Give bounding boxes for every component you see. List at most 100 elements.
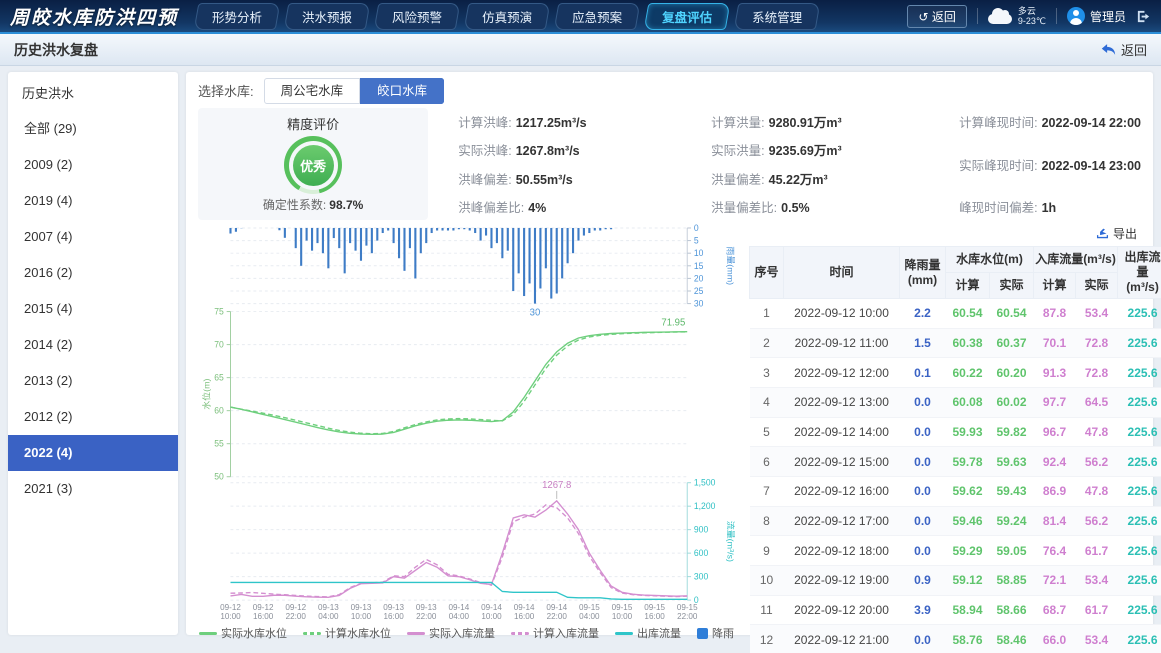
svg-text:25: 25 — [694, 286, 704, 296]
metric-label: 洪量偏差比: — [711, 201, 777, 215]
table-cell: 9 — [750, 536, 784, 566]
table-cell: 2022-09-12 14:00 — [784, 417, 900, 447]
table-row[interactable]: 62022-09-12 15:000.059.7859.6392.456.222… — [750, 447, 1161, 477]
table-row[interactable]: 122022-09-12 21:000.058.7658.4666.053.42… — [750, 625, 1161, 653]
legend-label: 出库流量 — [637, 625, 681, 641]
metric-row: 计算洪峰:1217.25m³/s — [458, 112, 711, 131]
table-cell: 70.1 — [1034, 328, 1076, 358]
metric-label: 实际洪量: — [711, 144, 764, 158]
metric-row: 洪量偏差:45.22万m³ — [711, 169, 959, 188]
nav-item[interactable]: 系统管理 — [736, 3, 818, 30]
reservoir-tab[interactable]: 皎口水库 — [360, 78, 444, 104]
metric-value: 9235.69万m³ — [769, 144, 842, 158]
svg-text:雨量(mm): 雨量(mm) — [725, 246, 735, 285]
divider — [977, 8, 978, 24]
coefficient-label: 确定性系数: — [263, 198, 326, 212]
legend-item[interactable]: 计算入库流量 — [511, 625, 599, 641]
table-row[interactable]: 32022-09-12 12:000.160.2260.2091.372.822… — [750, 358, 1161, 388]
nav-item[interactable]: 仿真预演 — [466, 3, 548, 30]
legend-item[interactable]: 计算水库水位 — [303, 625, 391, 641]
nav-item[interactable]: 洪水预报 — [286, 3, 368, 30]
table-row[interactable]: 72022-09-12 16:000.059.6259.4386.947.822… — [750, 476, 1161, 506]
header-back-button[interactable]: ↺ 返回 — [907, 5, 966, 28]
col-seq: 序号 — [750, 247, 784, 299]
table-cell: 72.8 — [1076, 358, 1118, 388]
col-inflow-group: 入库流量(m³/s) — [1034, 247, 1118, 273]
legend-swatch — [407, 632, 425, 635]
nav-item[interactable]: 形势分析 — [196, 3, 278, 30]
table-cell: 225.6 — [1118, 387, 1161, 417]
table-cell: 2022-09-12 18:00 — [784, 536, 900, 566]
table-cell: 225.6 — [1118, 506, 1161, 536]
legend-item[interactable]: 降雨 — [697, 625, 734, 641]
table-cell: 59.05 — [990, 536, 1034, 566]
table-row[interactable]: 92022-09-12 18:000.059.2959.0576.461.722… — [750, 536, 1161, 566]
svg-text:04:00: 04:00 — [579, 611, 600, 621]
export-button[interactable]: 导出 — [1096, 225, 1137, 242]
table-cell: 2022-09-12 11:00 — [784, 328, 900, 358]
svg-text:65: 65 — [214, 372, 224, 382]
table-cell: 2 — [750, 328, 784, 358]
table-cell: 60.02 — [990, 387, 1034, 417]
table-cell: 2.2 — [900, 299, 946, 329]
svg-text:300: 300 — [694, 571, 708, 581]
sidebar-year-item[interactable]: 2015 (4) — [8, 291, 178, 327]
table-cell: 0.0 — [900, 447, 946, 477]
sidebar-year-item[interactable]: 2009 (2) — [8, 147, 178, 183]
table-row[interactable]: 112022-09-12 20:003.958.9458.6668.761.72… — [750, 595, 1161, 625]
metric-row: 峰现时间偏差:1h — [959, 197, 1141, 216]
nav-item[interactable]: 应急预案 — [556, 3, 638, 30]
reservoir-tab[interactable]: 周公宅水库 — [264, 78, 361, 104]
metric-value: 2022-09-14 23:00 — [1042, 159, 1141, 173]
table-row[interactable]: 42022-09-12 13:000.060.0860.0297.764.522… — [750, 387, 1161, 417]
metric-row: 实际洪量: 9235.69万m³ — [711, 140, 959, 159]
table-row[interactable]: 52022-09-12 14:000.059.9359.8296.747.822… — [750, 417, 1161, 447]
page-back-button[interactable]: 返回 — [1100, 40, 1147, 59]
sidebar-year-item[interactable]: 2014 (2) — [8, 327, 178, 363]
svg-text:0: 0 — [694, 224, 699, 233]
back-arrow-icon — [1100, 43, 1116, 56]
legend-item[interactable]: 出库流量 — [615, 625, 681, 641]
table-cell: 87.8 — [1034, 299, 1076, 329]
sidebar-year-item[interactable]: 2007 (4) — [8, 219, 178, 255]
svg-text:1,500: 1,500 — [694, 478, 716, 488]
metric-label: 洪量偏差: — [711, 173, 764, 187]
nav-item[interactable]: 风险预警 — [376, 3, 458, 30]
table-row[interactable]: 82022-09-12 17:000.059.4659.2481.456.222… — [750, 506, 1161, 536]
logout-icon[interactable] — [1136, 9, 1151, 24]
sidebar-year-item[interactable]: 全部 (29) — [8, 111, 178, 147]
sidebar-year-item[interactable]: 2016 (2) — [8, 255, 178, 291]
metric-value: 0.5% — [781, 201, 810, 215]
nav-item[interactable]: 复盘评估 — [646, 3, 728, 30]
svg-text:22:00: 22:00 — [547, 611, 568, 621]
col-wl-actual: 实际 — [990, 273, 1034, 299]
table-cell: 225.6 — [1118, 417, 1161, 447]
sidebar-year-item[interactable]: 2013 (2) — [8, 363, 178, 399]
table-row[interactable]: 102022-09-12 19:000.959.1258.8572.153.42… — [750, 565, 1161, 595]
table-cell: 81.4 — [1034, 506, 1076, 536]
table-row[interactable]: 12022-09-12 10:002.260.5460.5487.853.422… — [750, 299, 1161, 329]
sidebar-year-item[interactable]: 2021 (3) — [8, 471, 178, 507]
table-cell: 225.6 — [1118, 476, 1161, 506]
table-cell: 72.1 — [1034, 565, 1076, 595]
metric-value: 50.55m³/s — [516, 173, 573, 187]
table-cell: 225.6 — [1118, 625, 1161, 653]
table-row[interactable]: 22022-09-12 11:001.560.3860.3770.172.822… — [750, 328, 1161, 358]
legend-item[interactable]: 实际入库流量 — [407, 625, 495, 641]
svg-text:30: 30 — [694, 298, 704, 308]
header-right: ↺ 返回 多云 9-23℃ 管理员 — [907, 5, 1151, 28]
sidebar-year-item[interactable]: 2012 (2) — [8, 399, 178, 435]
svg-text:50: 50 — [214, 472, 224, 482]
metric-group-volume: 计算洪量:9280.91万m³实际洪量:9235.69万m³洪量偏差:45.22… — [711, 108, 959, 220]
legend-item[interactable]: 实际水库水位 — [199, 625, 287, 641]
table-cell: 96.7 — [1034, 417, 1076, 447]
table-cell: 2022-09-12 16:00 — [784, 476, 900, 506]
table-cell: 6 — [750, 447, 784, 477]
user-widget[interactable]: 管理员 — [1067, 7, 1126, 25]
svg-text:04:00: 04:00 — [449, 611, 470, 621]
svg-text:10:00: 10:00 — [220, 611, 241, 621]
table-cell: 68.7 — [1034, 595, 1076, 625]
metric-label: 计算峰现时间: — [959, 116, 1037, 130]
sidebar-year-item[interactable]: 2019 (4) — [8, 183, 178, 219]
sidebar-year-item[interactable]: 2022 (4) — [8, 435, 178, 471]
